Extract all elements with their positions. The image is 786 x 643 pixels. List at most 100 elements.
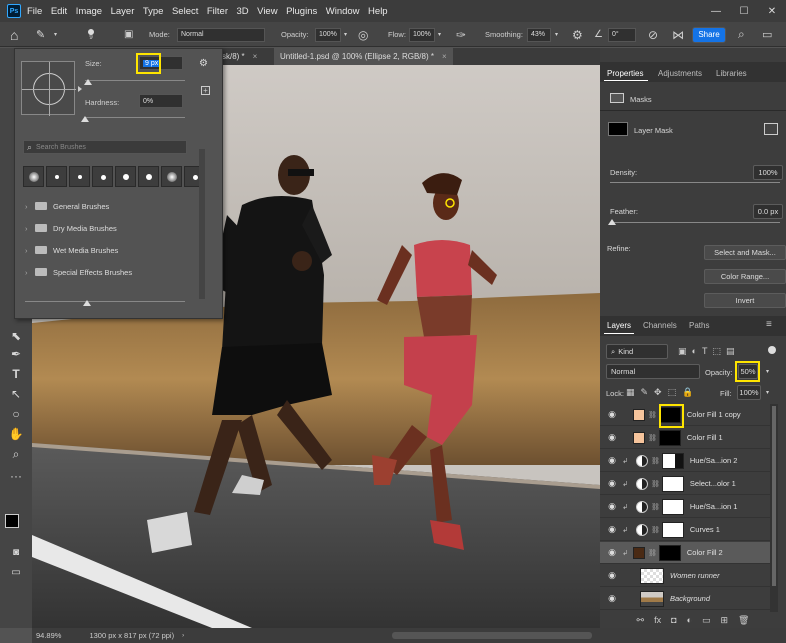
menu-filter[interactable]: Filter (207, 6, 228, 17)
visibility-eye-icon[interactable]: ◉ (604, 570, 620, 581)
feather-field[interactable]: 0.0 px (753, 204, 783, 219)
tab-channels[interactable]: Channels (643, 321, 677, 330)
menu-image[interactable]: Image (76, 6, 102, 17)
gear-icon[interactable]: ⚙ (199, 58, 208, 69)
size-slider-knob[interactable] (84, 79, 92, 85)
menu-type[interactable]: Type (143, 6, 164, 17)
new-preset-icon[interactable]: + (201, 86, 210, 95)
opacity-chevron-icon[interactable]: ▾ (766, 368, 769, 375)
zoom-tool-icon[interactable]: ⌕ (8, 446, 24, 462)
visibility-eye-icon[interactable]: ◉ (604, 478, 620, 489)
layer-row[interactable]: ◉ ⛓ Color Fill 1 copy (600, 404, 770, 426)
brush-preset-picker[interactable]: 9 (88, 22, 94, 47)
share-button[interactable]: Share (692, 26, 726, 43)
hardness-slider[interactable] (85, 117, 185, 118)
layer-row[interactable]: ◉ ↲ ⛓ Curves 1 (600, 519, 770, 541)
tab-layers[interactable]: Layers (607, 321, 631, 330)
folder-wet-media-brushes[interactable]: › Wet Media Brushes (25, 240, 193, 260)
menu-3d[interactable]: 3D (237, 6, 249, 17)
mode-select[interactable]: Normal (177, 27, 265, 42)
hardness-field[interactable]: 0% (139, 94, 183, 108)
flow-field[interactable]: 100% (409, 27, 435, 42)
symmetry-icon[interactable]: ⋈ (672, 22, 684, 47)
layer-row[interactable]: ◉ Background (600, 588, 770, 610)
mask-link-icon[interactable]: ⛓ (651, 526, 660, 534)
menu-view[interactable]: View (257, 6, 277, 17)
filter-toggle-icon[interactable] (768, 346, 776, 354)
visibility-eye-icon[interactable]: ◉ (604, 432, 620, 443)
airbrush-icon[interactable]: ✑ (456, 22, 466, 47)
tab-properties[interactable]: Properties (607, 69, 643, 78)
dropdown-chevron-icon[interactable]: ▾ (54, 22, 57, 47)
menu-plugins[interactable]: Plugins (286, 6, 317, 17)
angle-field[interactable]: 0° (608, 27, 636, 42)
brush-settings-icon[interactable]: ▣ (124, 22, 133, 47)
type-tool-icon[interactable]: T (8, 366, 24, 382)
brush-preset-5[interactable] (115, 166, 136, 187)
mask-link-icon[interactable]: ⛓ (651, 480, 660, 488)
more-tools-icon[interactable]: ··· (8, 468, 24, 484)
lock-icons[interactable]: ▦✎✥⬚🔒 (626, 387, 699, 398)
layer-filter-icons[interactable]: ▣◐T⬚▤ (678, 346, 739, 357)
menu-file[interactable]: File (27, 6, 42, 17)
tab-document-2[interactable]: Untitled-1.psd @ 100% (Ellipse 2, RGB/8)… (274, 48, 453, 65)
visibility-eye-icon[interactable]: ◉ (604, 409, 620, 420)
mask-link-icon[interactable]: ⛓ (648, 549, 657, 557)
layers-scrollbar[interactable] (770, 404, 778, 612)
new-group-icon[interactable]: ▭ (702, 615, 711, 626)
link-layers-icon[interactable]: ⚯ (637, 615, 645, 626)
fill-chevron-icon[interactable]: ▾ (766, 389, 769, 396)
layer-mask-thumbnail[interactable] (661, 521, 684, 538)
opacity-field[interactable]: 100% (315, 27, 341, 42)
menu-help[interactable]: Help (368, 6, 388, 17)
menu-edit[interactable]: Edit (51, 6, 67, 17)
visibility-eye-icon[interactable]: ◉ (604, 547, 620, 558)
close-window-button[interactable]: ✕ (758, 0, 786, 22)
layer-mask-thumbnail[interactable] (658, 544, 681, 561)
opacity-chevron-icon[interactable]: ▾ (344, 22, 347, 47)
screen-mode-icon[interactable]: ▭ (8, 564, 24, 580)
tab-adjustments[interactable]: Adjustments (658, 69, 702, 78)
panel-menu-icon[interactable]: ≡ (766, 319, 772, 330)
fill-field[interactable]: 100% (737, 385, 761, 400)
feather-slider[interactable] (610, 222, 780, 223)
preview-size-knob[interactable] (83, 300, 91, 306)
info-chevron-icon[interactable]: › (182, 633, 184, 639)
pressure-opacity-icon[interactable]: ◎ (358, 22, 368, 47)
hand-tool-icon[interactable]: ✋ (8, 426, 24, 442)
brush-preset-3[interactable] (69, 166, 90, 187)
menu-layer[interactable]: Layer (111, 6, 135, 17)
preview-size-slider[interactable] (25, 301, 185, 302)
visibility-eye-icon[interactable]: ◉ (604, 593, 620, 604)
layer-row[interactable]: ◉ ⛓ Color Fill 1 (600, 427, 770, 449)
layer-mask-thumbnail[interactable] (661, 452, 684, 469)
menu-window[interactable]: Window (326, 6, 360, 17)
apply-mask-icon[interactable] (764, 123, 778, 135)
mask-link-icon[interactable]: ⛓ (651, 503, 660, 511)
layer-row[interactable]: ◉ ↲ ⛓ Color Fill 2 (600, 542, 770, 564)
fx-icon[interactable]: fx (654, 615, 661, 625)
brush-preset-1[interactable] (23, 166, 44, 187)
ellipse-tool-icon[interactable]: ○ (8, 406, 24, 422)
adjustment-layer-icon[interactable]: ◐ (687, 615, 692, 625)
visibility-eye-icon[interactable]: ◉ (604, 455, 620, 466)
invert-button[interactable]: Invert (704, 293, 786, 308)
hardness-slider-knob[interactable] (81, 116, 89, 122)
brush-preset-2[interactable] (46, 166, 67, 187)
gear-icon[interactable]: ⚙ (572, 22, 583, 47)
folder-general-brushes[interactable]: › General Brushes (25, 196, 193, 216)
feather-slider-knob[interactable] (608, 219, 616, 225)
foreground-color-swatch[interactable] (5, 514, 19, 528)
mask-link-icon[interactable]: ⛓ (651, 457, 660, 465)
pen-tool-icon[interactable]: ✒ (8, 346, 24, 362)
visibility-eye-icon[interactable]: ◉ (604, 501, 620, 512)
layer-row[interactable]: ◉ Women runner (600, 565, 770, 587)
select-and-mask-button[interactable]: Select and Mask... (704, 245, 786, 260)
layer-row[interactable]: ◉ ↲ ⛓ Hue/Sa...ion 1 (600, 496, 770, 518)
panel-scrollbar[interactable] (199, 149, 205, 299)
color-range-button[interactable]: Color Range... (704, 269, 786, 284)
photoshop-logo[interactable]: Ps (7, 4, 21, 18)
smoothing-field[interactable]: 43% (527, 27, 551, 42)
path-selection-icon[interactable]: ⬉ (8, 328, 24, 344)
add-mask-icon[interactable]: ◘ (671, 615, 676, 625)
